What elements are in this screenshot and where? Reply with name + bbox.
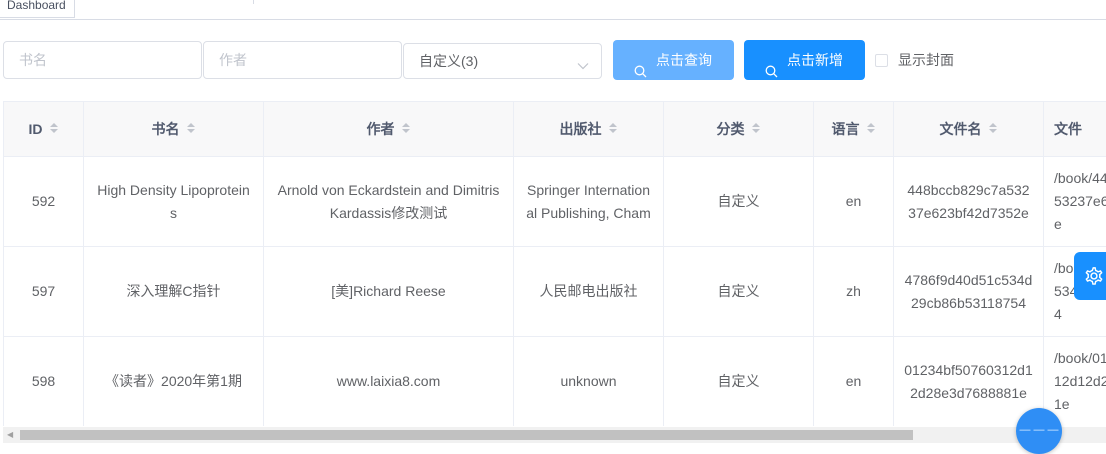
cell-author: Arnold von Eckardstein and Dimitris Kard… — [264, 157, 514, 247]
sort-caret-icon[interactable] — [186, 118, 196, 141]
column-header-id[interactable]: ID — [4, 102, 84, 157]
cell-language: en — [814, 337, 894, 426]
column-header-title[interactable]: 书名 — [84, 102, 264, 157]
cell-publisher: unknown — [514, 337, 664, 426]
sort-caret-icon[interactable] — [866, 118, 876, 141]
book-name-field[interactable] — [3, 41, 202, 79]
cell-publisher: Springer International Publishing, Cham — [514, 157, 664, 247]
column-header-category[interactable]: 分类 — [664, 102, 814, 157]
cell-id: 592 — [4, 157, 84, 247]
cell-category: 自定义 — [664, 247, 814, 337]
search-icon — [634, 53, 647, 93]
cell-category: 自定义 — [664, 337, 814, 426]
horizontal-scrollbar[interactable]: ◀ — [3, 427, 1106, 443]
scroll-left-arrow-icon[interactable]: ◀ — [7, 431, 13, 439]
drag-handle-icon: — — — — [1019, 424, 1059, 436]
table-row[interactable]: 597 深入理解C指针 [美]Richard Reese 人民邮电出版社 自定义… — [4, 247, 1106, 337]
chevron-down-icon — [577, 57, 589, 73]
table-header-row: ID 书名 作者 出版社 分类 语言 文件名 文件 — [4, 102, 1106, 157]
column-header-publisher[interactable]: 出版社 — [514, 102, 664, 157]
cell-id: 598 — [4, 337, 84, 426]
tab-dashboard[interactable]: Dashboard — [0, 0, 75, 18]
tags-view-bar: Dashboard — [0, 0, 1106, 20]
cell-filename: 448bccb829c7a53237e623bf42d7352e — [894, 157, 1044, 247]
book-name-input[interactable] — [4, 42, 201, 78]
gear-icon — [1085, 267, 1103, 285]
sort-caret-icon[interactable] — [751, 118, 761, 141]
cell-title: High Density Lipoproteins — [84, 157, 264, 247]
cell-author: www.laixia8.com — [264, 337, 514, 426]
column-header-language[interactable]: 语言 — [814, 102, 894, 157]
column-header-author[interactable]: 作者 — [264, 102, 514, 157]
category-select-value: 自定义(3) — [419, 53, 479, 69]
sort-caret-icon[interactable] — [49, 118, 59, 141]
cell-filename: 01234bf50760312d12d28e3d7688881e — [894, 337, 1044, 426]
cell-publisher: 人民邮电出版社 — [514, 247, 664, 337]
add-button-label: 点击新增 — [787, 52, 843, 68]
add-button[interactable]: 点击新增 — [744, 40, 865, 80]
column-header-filename[interactable]: 文件名 — [894, 102, 1044, 157]
sort-caret-icon[interactable] — [988, 118, 998, 141]
table-row[interactable]: 592 High Density Lipoproteins Arnold von… — [4, 157, 1106, 247]
query-button-label: 点击查询 — [656, 52, 712, 68]
query-button[interactable]: 点击查询 — [613, 40, 734, 80]
show-cover-checkbox[interactable] — [875, 54, 888, 67]
cell-filepath: /book/448bccb829c7a53237e623bf42d7352e — [1044, 157, 1106, 247]
category-select[interactable]: 自定义(3) — [403, 43, 602, 79]
cell-category: 自定义 — [664, 157, 814, 247]
settings-button[interactable] — [1074, 252, 1106, 300]
search-icon — [765, 53, 778, 93]
cell-title: 《读者》2020年第1期 — [84, 337, 264, 426]
table-row[interactable]: 598 《读者》2020年第1期 www.laixia8.com unknown… — [4, 337, 1106, 426]
cell-language: zh — [814, 247, 894, 337]
cell-id: 597 — [4, 247, 84, 337]
column-header-filepath[interactable]: 文件 — [1044, 102, 1106, 157]
sort-caret-icon[interactable] — [401, 118, 411, 141]
sort-caret-icon[interactable] — [608, 118, 618, 141]
cell-author: [美]Richard Reese — [264, 247, 514, 337]
author-input[interactable] — [204, 42, 401, 78]
author-field[interactable] — [203, 41, 402, 79]
scrollbar-thumb[interactable] — [20, 430, 913, 440]
show-cover-label[interactable]: 显示封面 — [898, 50, 954, 70]
books-table: ID 书名 作者 出版社 分类 语言 文件名 文件 592 High Densi… — [3, 101, 1106, 426]
floating-action-button[interactable]: — — — — [1016, 408, 1062, 454]
cell-filename: 4786f9d40d51c534d29cb86b53118754 — [894, 247, 1044, 337]
tab-divider — [253, 0, 254, 4]
cell-language: en — [814, 157, 894, 247]
cell-title: 深入理解C指针 — [84, 247, 264, 337]
